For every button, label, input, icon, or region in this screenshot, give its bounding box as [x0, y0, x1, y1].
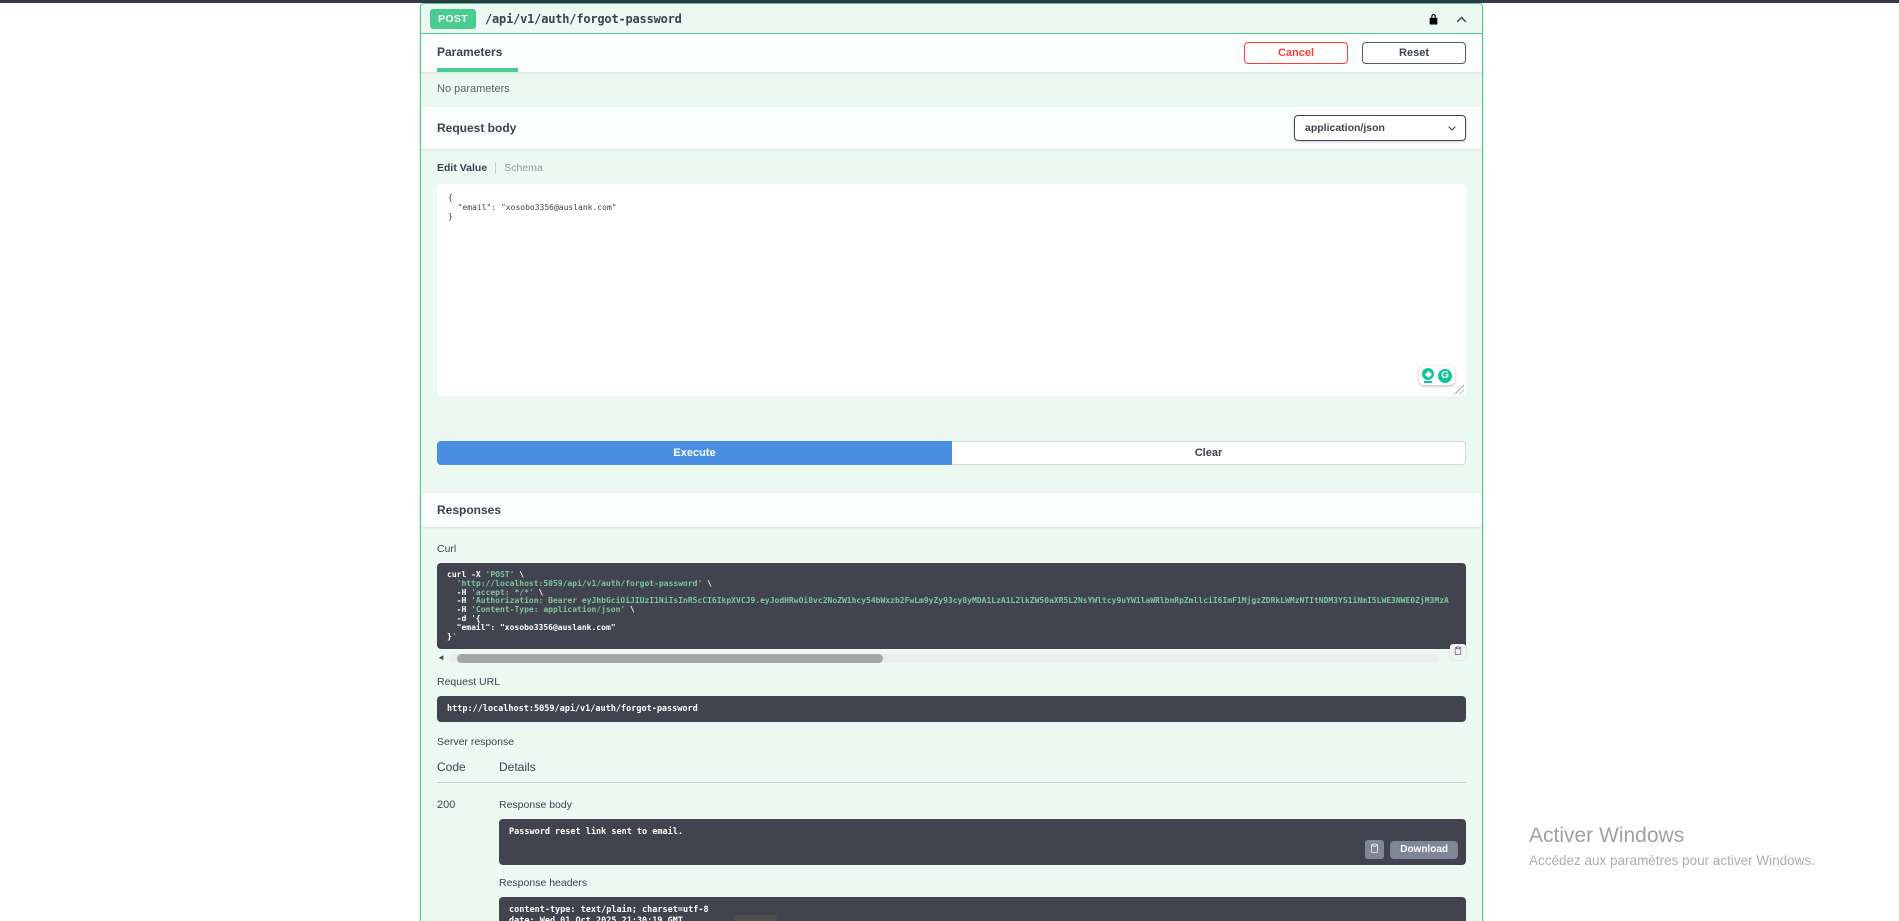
curl-label: Curl — [437, 543, 1466, 555]
tab-divider — [495, 162, 496, 174]
request-url-label: Request URL — [437, 676, 1466, 688]
grammarly-widget[interactable] — [1419, 366, 1455, 385]
chevron-down-icon — [1447, 124, 1457, 137]
clear-button[interactable]: Clear — [952, 441, 1466, 465]
tab-schema[interactable]: Schema — [504, 162, 543, 174]
clipboard-icon — [1453, 643, 1463, 661]
cancel-button[interactable]: Cancel — [1244, 42, 1348, 64]
endpoint-panel: POST /api/v1/auth/forgot-password Parame… — [420, 3, 1483, 921]
code-line: 'http://localhost:5059/api/v1/auth/forgo… — [447, 580, 1456, 589]
tab-edit-value[interactable]: Edit Value — [437, 162, 487, 174]
download-button[interactable]: Download — [1390, 841, 1458, 859]
response-body-label: Response body — [499, 799, 1466, 811]
code-column-header: Code — [437, 760, 499, 774]
chevron-up-icon[interactable] — [1455, 12, 1468, 25]
method-badge: POST — [430, 9, 476, 29]
responses-title: Responses — [421, 493, 1482, 527]
code-line: }' — [447, 633, 1456, 642]
lock-icon[interactable] — [1428, 12, 1439, 26]
code-line: content-type: text/plain; charset=utf-8 — [509, 905, 1456, 915]
grammarly-icon[interactable] — [1438, 369, 1452, 383]
watermark-subtitle: Accédez aux paramètres pour activer Wind… — [1529, 853, 1815, 868]
code-line: "email": "xosobo3356@auslank.com" — [447, 624, 1456, 633]
copy-curl-button[interactable] — [1450, 644, 1466, 660]
code-line: date: Wed,01 Oct 2025 21:30:19 GMT — [509, 916, 1456, 921]
request-body-editor[interactable]: { "email": "xosobo3356@auslank.com" } — [437, 184, 1466, 396]
response-headers-value: content-type: text/plain; charset=utf-8d… — [499, 897, 1466, 921]
grammarly-tone-icon[interactable] — [1422, 368, 1435, 383]
no-parameters-text: No parameters — [421, 72, 1482, 107]
status-code: 200 — [437, 797, 499, 921]
response-headers-label: Response headers — [499, 877, 1466, 889]
headers-scrollbar-thumb[interactable] — [733, 915, 777, 921]
windows-watermark: Activer Windows Accédez aux paramètres p… — [1529, 824, 1815, 868]
code-line: -H 'Content-Type: application/json' \ — [447, 606, 1456, 615]
content-type-value: application/json — [1305, 122, 1385, 134]
scroll-left-arrow-icon[interactable] — [437, 652, 445, 664]
tab-parameters[interactable]: Parameters — [437, 34, 518, 72]
execute-button[interactable]: Execute — [437, 441, 952, 465]
request-body-title: Request body — [437, 121, 516, 135]
curl-scrollbar-track[interactable] — [449, 654, 1440, 663]
request-url-value: http://localhost:5059/api/v1/auth/forgot… — [437, 696, 1466, 722]
copy-response-button[interactable] — [1365, 840, 1384, 859]
reset-button[interactable]: Reset — [1362, 42, 1466, 64]
server-response-label: Server response — [437, 736, 1466, 748]
operation-header[interactable]: POST /api/v1/auth/forgot-password — [421, 4, 1482, 34]
curl-scrollbar-thumb[interactable] — [457, 654, 883, 663]
content-type-select[interactable]: application/json — [1294, 115, 1466, 141]
curl-command: curl -X 'POST' \ 'http://localhost:5059/… — [437, 563, 1466, 649]
endpoint-path: /api/v1/auth/forgot-password — [485, 12, 682, 26]
details-column-header: Details — [499, 760, 536, 774]
response-body-value: Password reset link sent to email. — [509, 827, 683, 837]
clipboard-icon — [1369, 843, 1380, 857]
watermark-title: Activer Windows — [1529, 824, 1815, 848]
response-row: 200 Response body Password reset link se… — [437, 797, 1466, 921]
